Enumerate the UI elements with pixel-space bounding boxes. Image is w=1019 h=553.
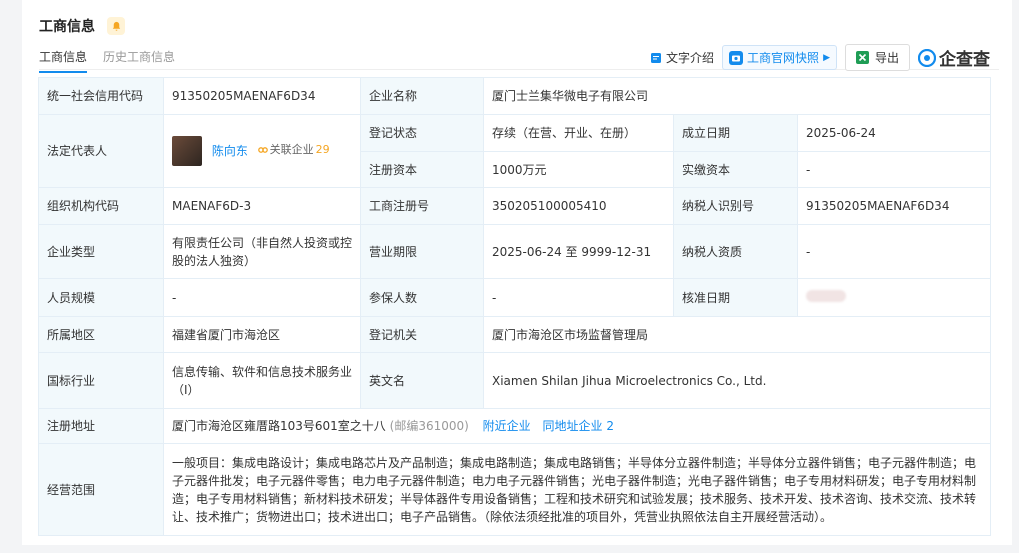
scope-label: 经营范围 (38, 443, 164, 536)
export-button[interactable]: 导出 (844, 44, 910, 71)
credit-code-label: 统一社会信用代码 (38, 77, 164, 115)
snapshot-label: 工商官网快照 (747, 51, 820, 65)
caret-right-icon: ▶ (823, 52, 830, 63)
reg-status-value: 存续（在营、开业、在册） (483, 114, 674, 152)
legal-rep-name[interactable]: 陈向东 (212, 144, 248, 158)
found-date-value: 2025-06-24 (797, 114, 991, 152)
authority-value: 厦门市海沧区市场监督管理局 (483, 316, 991, 353)
org-code-label: 组织机构代码 (38, 187, 164, 225)
company-name-label: 企业名称 (360, 77, 484, 115)
biz-reg-no-label: 工商注册号 (360, 187, 484, 225)
link-icon (257, 146, 268, 153)
section-header: 工商信息 (39, 16, 125, 36)
biz-reg-no-value[interactable]: 350205100005410 (483, 187, 674, 225)
industry-value: 信息传输、软件和信息技术服务业（I） (163, 352, 361, 409)
logo-text: 企查查 (939, 50, 990, 70)
region-label: 所属地区 (38, 316, 164, 353)
staff-size-label: 人员规模 (38, 278, 164, 317)
credit-code-value[interactable]: 91350205MAENAF6D34 (163, 77, 361, 115)
table-row: 注册地址 厦门市海沧区雍厝路103号601室之十八 (邮编361000) 附近企… (38, 408, 991, 444)
en-name-value[interactable]: Xiamen Shilan Jihua Microelectronics Co.… (483, 352, 991, 409)
taxpayer-label: 纳税人资质 (673, 224, 798, 279)
table-row: 组织机构代码 MAENAF6D-3 工商注册号 350205100005410 … (38, 187, 991, 225)
company-name-value[interactable]: 厦门士兰集华微电子有限公司 (483, 77, 991, 115)
toolbar: 文字介绍 工商官网快照 ▶ 导出 企查查 (650, 44, 990, 71)
approval-date-label: 核准日期 (673, 278, 798, 317)
bell-icon[interactable] (107, 17, 125, 35)
org-code-value[interactable]: MAENAF6D-3 (163, 187, 361, 225)
text-intro-label: 文字介绍 (666, 51, 715, 65)
term-label: 营业期限 (360, 224, 484, 279)
same-address-link[interactable]: 同地址企业 2 (543, 419, 614, 433)
qichacha-logo: 企查查 (918, 45, 990, 70)
camera-icon (729, 50, 744, 65)
business-info-table: 统一社会信用代码 91350205MAENAF6D34 企业名称 厦门士兰集华微… (38, 77, 991, 536)
paid-capital-label: 实缴资本 (673, 151, 798, 188)
table-row: 人员规模 - 参保人数 - 核准日期 (38, 278, 991, 317)
scope-value: 一般项目：集成电路设计；集成电路芯片及产品制造；集成电路制造；集成电路销售；半导… (163, 443, 991, 536)
legal-rep-label: 法定代表人 (38, 114, 164, 188)
text-intro-button[interactable]: 文字介绍 (650, 49, 714, 66)
authority-label: 登记机关 (360, 316, 484, 353)
term-value: 2025-06-24 至 9999-12-31 (483, 224, 674, 279)
table-row: 国标行业 信息传输、软件和信息技术服务业（I） 英文名 Xiamen Shila… (38, 352, 991, 409)
export-label: 导出 (874, 51, 899, 65)
type-label: 企业类型 (38, 224, 164, 279)
related-label: 关联企业 (269, 142, 314, 156)
industry-label: 国标行业 (38, 352, 164, 409)
found-date-label: 成立日期 (673, 114, 798, 152)
postcode: (邮编361000) (389, 419, 469, 433)
table-row: 经营范围 一般项目：集成电路设计；集成电路芯片及产品制造；集成电路制造；集成电路… (38, 443, 991, 536)
avatar[interactable] (172, 136, 202, 166)
address-label: 注册地址 (38, 408, 164, 444)
region-value: 福建省厦门市海沧区 (163, 316, 361, 353)
table-row: 企业类型 有限责任公司（非自然人投资或控股的法人独资） 营业期限 2025-06… (38, 224, 991, 279)
reg-status-label: 登记状态 (360, 114, 484, 152)
type-value: 有限责任公司（非自然人投资或控股的法人独资） (163, 224, 361, 279)
section-title: 工商信息 (39, 19, 95, 35)
paid-capital-value: - (797, 151, 991, 188)
table-row: 统一社会信用代码 91350205MAENAF6D34 企业名称 厦门士兰集华微… (38, 77, 991, 115)
en-name-label: 英文名 (360, 352, 484, 409)
official-snapshot-button[interactable]: 工商官网快照 ▶ (722, 45, 837, 70)
business-info-panel: 工商信息 工商信息 历史工商信息 文字介绍 工商官网快照 ▶ 导出 企查查 统一… (22, 0, 1012, 545)
insured-label: 参保人数 (360, 278, 484, 317)
staff-size-value: - (163, 278, 361, 317)
related-count: 29 (315, 142, 330, 156)
nearby-companies-link[interactable]: 附近企业 (483, 419, 531, 433)
insured-value: - (483, 278, 674, 317)
address-value[interactable]: 厦门市海沧区雍厝路103号601室之十八 (172, 419, 386, 433)
approval-date-value (797, 278, 991, 317)
document-icon (651, 52, 662, 63)
table-row: 法定代表人 陈向东 关联企业 29 登记状态 存续（在营、开业、在册） 成立日期… (38, 114, 991, 188)
legal-rep-cell: 陈向东 关联企业 29 (163, 114, 361, 188)
tax-id-value[interactable]: 91350205MAENAF6D34 (797, 187, 991, 225)
logo-icon (918, 48, 936, 67)
related-companies-badge[interactable]: 关联企业 29 (257, 141, 330, 159)
table-row: 所属地区 福建省厦门市海沧区 登记机关 厦门市海沧区市场监督管理局 (38, 316, 991, 353)
tax-id-label: 纳税人识别号 (673, 187, 798, 225)
taxpayer-value: - (797, 224, 991, 279)
blurred-value (806, 289, 846, 302)
reg-capital-label: 注册资本 (360, 151, 484, 188)
excel-icon (855, 51, 869, 64)
address-cell: 厦门市海沧区雍厝路103号601室之十八 (邮编361000) 附近企业 同地址… (163, 408, 991, 444)
reg-capital-value: 1000万元 (483, 151, 674, 188)
